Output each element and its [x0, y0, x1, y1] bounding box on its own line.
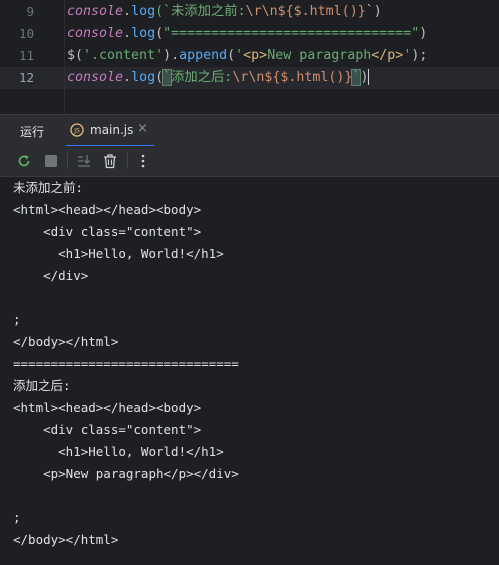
code-token: log	[131, 70, 156, 85]
console-line: </body></html>	[13, 532, 119, 547]
code-token: .	[123, 26, 132, 41]
toolbar-separator	[67, 153, 68, 169]
line-number: 10	[18, 26, 34, 41]
run-toolbar	[0, 146, 499, 177]
tab-label: main.js	[90, 123, 134, 137]
console-line: <h1>Hello, World!</h1>	[13, 444, 224, 459]
code-token: '	[235, 48, 244, 63]
line-number: 12	[18, 70, 34, 85]
code-token: append	[179, 48, 228, 63]
code-token: </p>	[371, 48, 404, 63]
code-token: `	[162, 69, 173, 86]
code-token: (	[227, 48, 236, 63]
code-token: "=============================="	[163, 26, 420, 41]
code-token: 添加之后:	[171, 70, 233, 85]
more-icon[interactable]	[134, 152, 152, 170]
code-token: \r\n	[245, 4, 278, 19]
rerun-icon[interactable]	[15, 152, 33, 170]
code-token: )	[419, 26, 428, 41]
code-token: log	[131, 26, 156, 41]
line-number-gutter: 9 10 11 12	[0, 0, 56, 114]
console-line: </div>	[13, 268, 89, 283]
javascript-file-icon: JS	[70, 123, 84, 137]
console-line: <html><head></head><body>	[13, 400, 202, 415]
console-line: <div class="content">	[13, 224, 202, 239]
code-token: (`	[155, 4, 172, 19]
console-line: ;	[13, 510, 21, 525]
code-line[interactable]: console.log(`添加之后:\r\n${$.html()}`)	[67, 67, 370, 89]
run-panel-header: 运行 JS main.js ×	[0, 114, 499, 147]
code-token: 未添加之前:	[171, 4, 246, 19]
code-token: `)	[365, 4, 382, 19]
console-line: <html><head></head><body>	[13, 202, 202, 217]
code-line[interactable]: $('.content').append('<p>New paragraph</…	[67, 45, 427, 67]
code-token: $(	[67, 48, 84, 63]
tab-main-js[interactable]: JS main.js ×	[66, 115, 156, 147]
console-line: 添加之后:	[13, 378, 71, 393]
code-token: );	[411, 48, 428, 63]
code-token: (	[155, 70, 164, 85]
gutter-divider	[64, 0, 65, 114]
run-panel-title: 运行	[20, 125, 45, 139]
console-line: <p>New paragraph</p></div>	[13, 466, 239, 481]
code-token: .	[123, 70, 132, 85]
stop-icon[interactable]	[42, 152, 60, 170]
toolbar-separator	[127, 153, 128, 169]
code-token: console	[67, 4, 124, 19]
code-editor[interactable]: 9 10 11 12 console.log(`未添加之前:\r\n${$.ht…	[0, 0, 499, 114]
close-icon[interactable]: ×	[137, 121, 148, 136]
console-line: ;	[13, 312, 21, 327]
code-token: console	[67, 70, 124, 85]
code-token: <p>	[243, 48, 268, 63]
trash-icon[interactable]	[101, 152, 119, 170]
code-token: console	[67, 26, 124, 41]
code-token: ${$.html()}	[264, 70, 353, 85]
console-line: </body></html>	[13, 334, 119, 349]
text-caret	[368, 69, 370, 85]
code-token: New paragraph	[267, 48, 372, 63]
code-token: '.content'	[83, 48, 164, 63]
code-line[interactable]: console.log("===========================…	[67, 23, 427, 45]
code-token: ).	[163, 48, 180, 63]
code-token: \r\n	[232, 70, 265, 85]
code-token: (	[155, 26, 164, 41]
console-line: <h1>Hello, World!</h1>	[13, 246, 224, 261]
code-token: .	[123, 4, 132, 19]
console-line: 未添加之前:	[13, 180, 84, 195]
line-number: 9	[26, 4, 34, 19]
code-token: ${$.html()}	[277, 4, 366, 19]
code-token: log	[131, 4, 156, 19]
console-output[interactable]: 未添加之前: <html><head></head><body> <div cl…	[0, 177, 499, 565]
code-line[interactable]: console.log(`未添加之前:\r\n${$.html()}`)	[67, 1, 382, 23]
code-token: )	[360, 70, 369, 85]
svg-text:JS: JS	[73, 128, 80, 135]
scroll-to-end-icon[interactable]	[75, 152, 93, 170]
line-number: 11	[18, 48, 34, 63]
console-line: <div class="content">	[13, 422, 202, 437]
console-line: ==============================	[13, 356, 239, 371]
